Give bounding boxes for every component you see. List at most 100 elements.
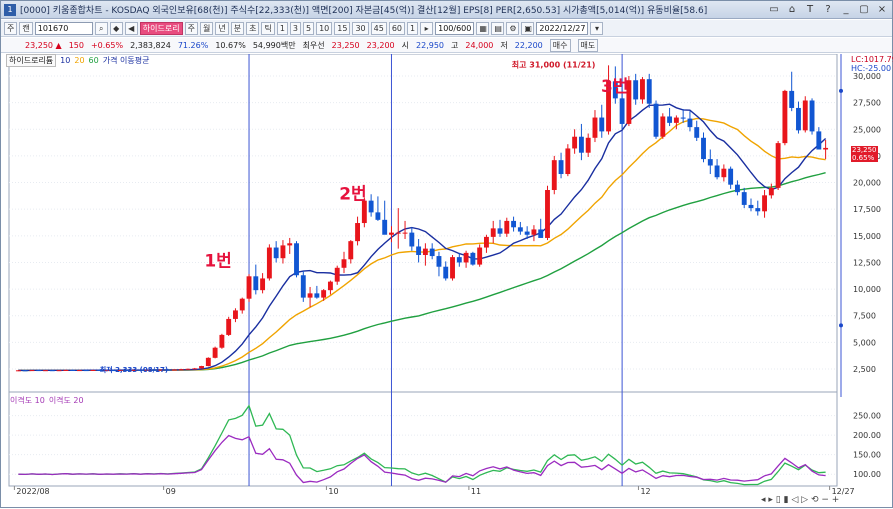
osc-tick-label: 150.00 [853,451,881,460]
candle-body [355,223,361,242]
candle-body [185,368,191,370]
interval-3[interactable]: 3 [289,21,301,35]
date-field[interactable]: 2022/12/27 [536,21,589,35]
restore-icon[interactable]: ▭ [768,3,780,16]
interval-10[interactable]: 10 [316,21,333,35]
candle-body [382,219,388,235]
scroll-icon[interactable]: ▸ [420,21,434,35]
period-minute[interactable]: 초 [246,21,260,35]
candle-body [395,232,401,234]
data-count-field[interactable]: 100/600 [435,21,475,35]
minimize-icon[interactable]: _ [840,3,852,16]
candle-body [280,245,286,259]
hc-label: HC:-25.00 [851,64,892,73]
candle-body [687,118,693,128]
candle-body [823,147,829,150]
x-tick-label: 09 [166,487,176,496]
period-month[interactable]: 년 [215,21,229,35]
close-icon[interactable]: × [876,3,888,16]
x-tick-label: 12 [640,487,650,496]
text-icon[interactable]: T [804,3,816,16]
price-tick-label: 25,000 [853,125,881,134]
candle-body [375,212,381,220]
interval-1[interactable]: 1 [276,21,288,35]
candle-body [511,220,517,228]
candle-body [578,136,584,153]
annotation-label-1: 1번 [204,252,231,272]
low-label: 저 [500,40,508,50]
legend-ma60: 60 [88,56,99,65]
candle-body [15,370,21,372]
candle-body [796,107,801,131]
candle-body [517,227,523,232]
candle-body [300,275,306,298]
buy-button[interactable]: 매수 [549,38,571,52]
interval-30[interactable]: 30 [352,21,369,35]
dropdown-icon[interactable]: ▾ [590,21,604,35]
price-tick-label: 12,500 [853,258,881,267]
candle-body [402,232,408,234]
main-toolbar: 주 캔 101670 ⌕ ◆ ◀ 하이드로리 주 월 년 분 초 틱 1 3 5… [1,20,892,37]
interval-60[interactable]: 60 [388,21,406,35]
change-percent: +0.65% [90,40,124,50]
candle-body [49,370,55,372]
pin-icon[interactable]: ◆ [109,21,123,35]
sell-button[interactable]: 매도 [577,38,599,52]
sound-icon[interactable]: ◀ [124,21,138,35]
candle-body [233,310,238,319]
candle-body [728,168,734,185]
candle-body [762,195,768,212]
interval-45[interactable]: 45 [370,21,387,35]
ticker-input[interactable]: 101670 [34,21,93,35]
price-tick-label: 30,000 [853,72,881,81]
calendar-icon[interactable]: ▣ [521,21,535,35]
candle-body [694,127,700,138]
candle-body [721,168,727,178]
candle-body [83,370,89,372]
candle-body [619,98,625,124]
legend-stock-name[interactable]: 하이드로리튬 [6,54,57,67]
search-icon[interactable]: ⌕ [94,21,108,35]
candle-body [755,208,761,212]
legend-ma-label: 가격 이동평균 [102,56,150,65]
candle-body [592,117,598,138]
x-tick-label: 11 [471,487,481,496]
title-bar: 1 [0000] 키움종합차트 - KOSDAQ 외국인보유[68(천)] 주식… [1,1,892,19]
candle-body [734,184,740,193]
period-tick[interactable]: 틱 [261,21,275,35]
scale-marker-top [839,88,843,93]
candle-body [273,247,279,259]
count-step-button[interactable]: 1 [407,21,419,35]
candle-body [314,293,320,298]
price-tick-label: 17,500 [853,205,881,214]
open-label: 시 [401,40,410,50]
current-price: 23,250 ▲ [25,40,62,50]
candle-body [416,246,422,255]
list-icon[interactable]: ▤ [491,21,505,35]
candle-body [504,220,510,234]
grid-icon[interactable]: ▦ [476,21,490,35]
price-chart[interactable]: 2,500 5,000 7,500 10,000 12,500 15,000 17,500 2… [1,54,893,509]
period-week[interactable]: 월 [199,21,214,35]
home-icon[interactable]: ⌂ [786,3,798,16]
window-title: [0000] 키움종합차트 - KOSDAQ 외국인보유[68(천)] 주식수[… [20,6,708,16]
oscillator-pane [8,391,838,487]
interval-15[interactable]: 15 [334,21,351,35]
candle-body [239,298,245,311]
candle-body [76,370,82,372]
prefix-button[interactable]: 주 [4,21,18,35]
high-label: 고 [451,40,459,50]
help-icon[interactable]: ? [822,3,834,16]
legend-osc-b: 이격도 20 [48,396,84,405]
candle-body [653,103,659,137]
candle-body [56,370,62,372]
period-day[interactable]: 주 [184,21,198,35]
candle-body [436,256,442,267]
maximize-icon[interactable]: ▢ [858,3,870,16]
ticker-search-button[interactable]: 캔 [19,21,33,35]
period-year[interactable]: 분 [230,21,245,35]
interval-5[interactable]: 5 [303,21,315,35]
stock-name-button[interactable]: 하이드로리 [139,21,183,35]
settings-icon[interactable]: ⚙ [506,21,520,35]
candle-body [266,247,272,279]
